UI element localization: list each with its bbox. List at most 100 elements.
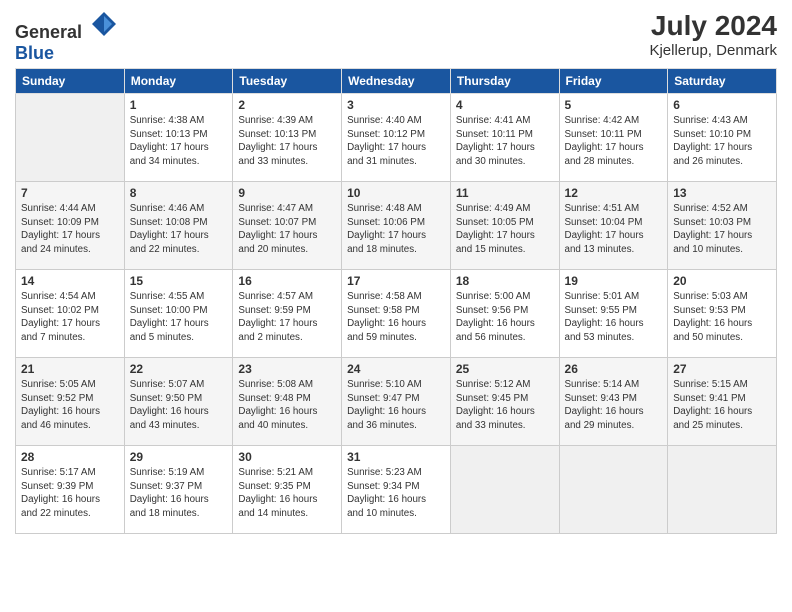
calendar-cell: 15 Sunrise: 4:55 AM Sunset: 10:00 PM Dayl… xyxy=(124,270,233,358)
calendar-cell: 13 Sunrise: 4:52 AM Sunset: 10:03 PM Dayl… xyxy=(668,182,777,270)
day-header-tuesday: Tuesday xyxy=(233,69,342,94)
calendar-cell: 7 Sunrise: 4:44 AM Sunset: 10:09 PM Dayli… xyxy=(16,182,125,270)
day-header-monday: Monday xyxy=(124,69,233,94)
calendar-cell: 20 Sunrise: 5:03 AM Sunset: 9:53 PM Dayli… xyxy=(668,270,777,358)
day-number: 4 xyxy=(456,98,554,112)
calendar-cell: 1Sunrise: 4:38 AM Sunset: 10:13 PM Dayli… xyxy=(124,94,233,182)
day-number: 23 xyxy=(238,362,336,376)
calendar-week-4: 21 Sunrise: 5:05 AM Sunset: 9:52 PM Dayli… xyxy=(16,358,777,446)
day-number: 9 xyxy=(238,186,336,200)
logo-text: General Blue xyxy=(15,10,118,64)
day-info: Sunrise: 4:58 AM Sunset: 9:58 PM Dayligh… xyxy=(347,290,445,345)
day-number: 6 xyxy=(673,98,771,112)
calendar-header-row: SundayMondayTuesdayWednesdayThursdayFrid… xyxy=(16,69,777,94)
calendar-cell: 8 Sunrise: 4:46 AM Sunset: 10:08 PM Dayli… xyxy=(124,182,233,270)
day-info: Sunrise: 4:42 AM Sunset: 10:11 PM Daylig… xyxy=(565,114,663,169)
day-number: 25 xyxy=(456,362,554,376)
day-number: 2 xyxy=(238,98,336,112)
calendar-cell xyxy=(668,446,777,534)
day-info: Sunrise: 5:07 AM Sunset: 9:50 PM Dayligh… xyxy=(130,378,228,433)
day-info: Sunrise: 4:46 AM Sunset: 10:08 PM Daylig… xyxy=(130,202,228,257)
calendar-cell: 10 Sunrise: 4:48 AM Sunset: 10:06 PM Dayl… xyxy=(342,182,451,270)
title-block: July 2024 Kjellerup, Denmark xyxy=(649,10,777,59)
day-info: Sunrise: 4:57 AM Sunset: 9:59 PM Dayligh… xyxy=(238,290,336,345)
day-info: Sunrise: 4:55 AM Sunset: 10:00 PM Daylig… xyxy=(130,290,228,345)
day-number: 13 xyxy=(673,186,771,200)
calendar-week-5: 28 Sunrise: 5:17 AM Sunset: 9:39 PM Dayli… xyxy=(16,446,777,534)
day-number: 27 xyxy=(673,362,771,376)
day-number: 22 xyxy=(130,362,228,376)
calendar-cell xyxy=(559,446,668,534)
day-number: 24 xyxy=(347,362,445,376)
day-number: 28 xyxy=(21,450,119,464)
day-number: 5 xyxy=(565,98,663,112)
day-number: 21 xyxy=(21,362,119,376)
day-info: Sunrise: 5:19 AM Sunset: 9:37 PM Dayligh… xyxy=(130,466,228,521)
day-info: Sunrise: 5:01 AM Sunset: 9:55 PM Dayligh… xyxy=(565,290,663,345)
day-number: 12 xyxy=(565,186,663,200)
day-info: Sunrise: 5:17 AM Sunset: 9:39 PM Dayligh… xyxy=(21,466,119,521)
day-number: 30 xyxy=(238,450,336,464)
calendar-cell: 27Sunrise: 5:15 AM Sunset: 9:41 PM Dayli… xyxy=(668,358,777,446)
day-number: 20 xyxy=(673,274,771,288)
day-info: Sunrise: 5:10 AM Sunset: 9:47 PM Dayligh… xyxy=(347,378,445,433)
calendar-cell: 4Sunrise: 4:41 AM Sunset: 10:11 PM Dayli… xyxy=(450,94,559,182)
logo-general: General xyxy=(15,22,82,42)
calendar-cell: 11Sunrise: 4:49 AM Sunset: 10:05 PM Dayl… xyxy=(450,182,559,270)
day-number: 10 xyxy=(347,186,445,200)
day-number: 14 xyxy=(21,274,119,288)
day-number: 11 xyxy=(456,186,554,200)
day-info: Sunrise: 4:40 AM Sunset: 10:12 PM Daylig… xyxy=(347,114,445,169)
day-info: Sunrise: 5:00 AM Sunset: 9:56 PM Dayligh… xyxy=(456,290,554,345)
calendar-cell: 12 Sunrise: 4:51 AM Sunset: 10:04 PM Dayl… xyxy=(559,182,668,270)
calendar-cell xyxy=(16,94,125,182)
calendar-cell: 5 Sunrise: 4:42 AM Sunset: 10:11 PM Dayli… xyxy=(559,94,668,182)
day-header-friday: Friday xyxy=(559,69,668,94)
calendar-cell: 30Sunrise: 5:21 AM Sunset: 9:35 PM Dayli… xyxy=(233,446,342,534)
day-number: 1 xyxy=(130,98,228,112)
calendar-week-2: 7 Sunrise: 4:44 AM Sunset: 10:09 PM Dayli… xyxy=(16,182,777,270)
day-number: 29 xyxy=(130,450,228,464)
day-number: 7 xyxy=(21,186,119,200)
calendar-cell: 17 Sunrise: 4:58 AM Sunset: 9:58 PM Dayli… xyxy=(342,270,451,358)
calendar-cell: 14Sunrise: 4:54 AM Sunset: 10:02 PM Dayl… xyxy=(16,270,125,358)
calendar-cell: 25 Sunrise: 5:12 AM Sunset: 9:45 PM Dayli… xyxy=(450,358,559,446)
day-info: Sunrise: 5:03 AM Sunset: 9:53 PM Dayligh… xyxy=(673,290,771,345)
calendar-cell: 19 Sunrise: 5:01 AM Sunset: 9:55 PM Dayli… xyxy=(559,270,668,358)
calendar-week-1: 1Sunrise: 4:38 AM Sunset: 10:13 PM Dayli… xyxy=(16,94,777,182)
day-header-thursday: Thursday xyxy=(450,69,559,94)
calendar-cell: 26Sunrise: 5:14 AM Sunset: 9:43 PM Dayli… xyxy=(559,358,668,446)
calendar-cell: 29 Sunrise: 5:19 AM Sunset: 9:37 PM Dayli… xyxy=(124,446,233,534)
day-number: 19 xyxy=(565,274,663,288)
calendar-cell: 31 Sunrise: 5:23 AM Sunset: 9:34 PM Dayli… xyxy=(342,446,451,534)
day-info: Sunrise: 4:51 AM Sunset: 10:04 PM Daylig… xyxy=(565,202,663,257)
calendar-cell: 6Sunrise: 4:43 AM Sunset: 10:10 PM Dayli… xyxy=(668,94,777,182)
day-number: 17 xyxy=(347,274,445,288)
day-info: Sunrise: 5:23 AM Sunset: 9:34 PM Dayligh… xyxy=(347,466,445,521)
day-header-sunday: Sunday xyxy=(16,69,125,94)
logo-icon xyxy=(90,10,118,38)
day-number: 18 xyxy=(456,274,554,288)
day-info: Sunrise: 4:44 AM Sunset: 10:09 PM Daylig… xyxy=(21,202,119,257)
day-info: Sunrise: 5:05 AM Sunset: 9:52 PM Dayligh… xyxy=(21,378,119,433)
calendar-cell: 3Sunrise: 4:40 AM Sunset: 10:12 PM Dayli… xyxy=(342,94,451,182)
month-title: July 2024 xyxy=(649,10,777,42)
day-info: Sunrise: 4:39 AM Sunset: 10:13 PM Daylig… xyxy=(238,114,336,169)
day-number: 15 xyxy=(130,274,228,288)
day-info: Sunrise: 5:12 AM Sunset: 9:45 PM Dayligh… xyxy=(456,378,554,433)
main-container: General Blue July 2024 Kjellerup, Denmar… xyxy=(0,0,792,544)
calendar-cell: 9Sunrise: 4:47 AM Sunset: 10:07 PM Dayli… xyxy=(233,182,342,270)
day-info: Sunrise: 5:14 AM Sunset: 9:43 PM Dayligh… xyxy=(565,378,663,433)
calendar-cell: 23 Sunrise: 5:08 AM Sunset: 9:48 PM Dayli… xyxy=(233,358,342,446)
calendar-week-3: 14Sunrise: 4:54 AM Sunset: 10:02 PM Dayl… xyxy=(16,270,777,358)
calendar-cell: 2 Sunrise: 4:39 AM Sunset: 10:13 PM Dayli… xyxy=(233,94,342,182)
day-info: Sunrise: 4:52 AM Sunset: 10:03 PM Daylig… xyxy=(673,202,771,257)
logo-blue: Blue xyxy=(15,43,54,63)
day-number: 31 xyxy=(347,450,445,464)
calendar-cell: 18 Sunrise: 5:00 AM Sunset: 9:56 PM Dayli… xyxy=(450,270,559,358)
day-number: 8 xyxy=(130,186,228,200)
day-info: Sunrise: 4:48 AM Sunset: 10:06 PM Daylig… xyxy=(347,202,445,257)
calendar-cell: 24 Sunrise: 5:10 AM Sunset: 9:47 PM Dayli… xyxy=(342,358,451,446)
day-header-wednesday: Wednesday xyxy=(342,69,451,94)
day-info: Sunrise: 5:08 AM Sunset: 9:48 PM Dayligh… xyxy=(238,378,336,433)
